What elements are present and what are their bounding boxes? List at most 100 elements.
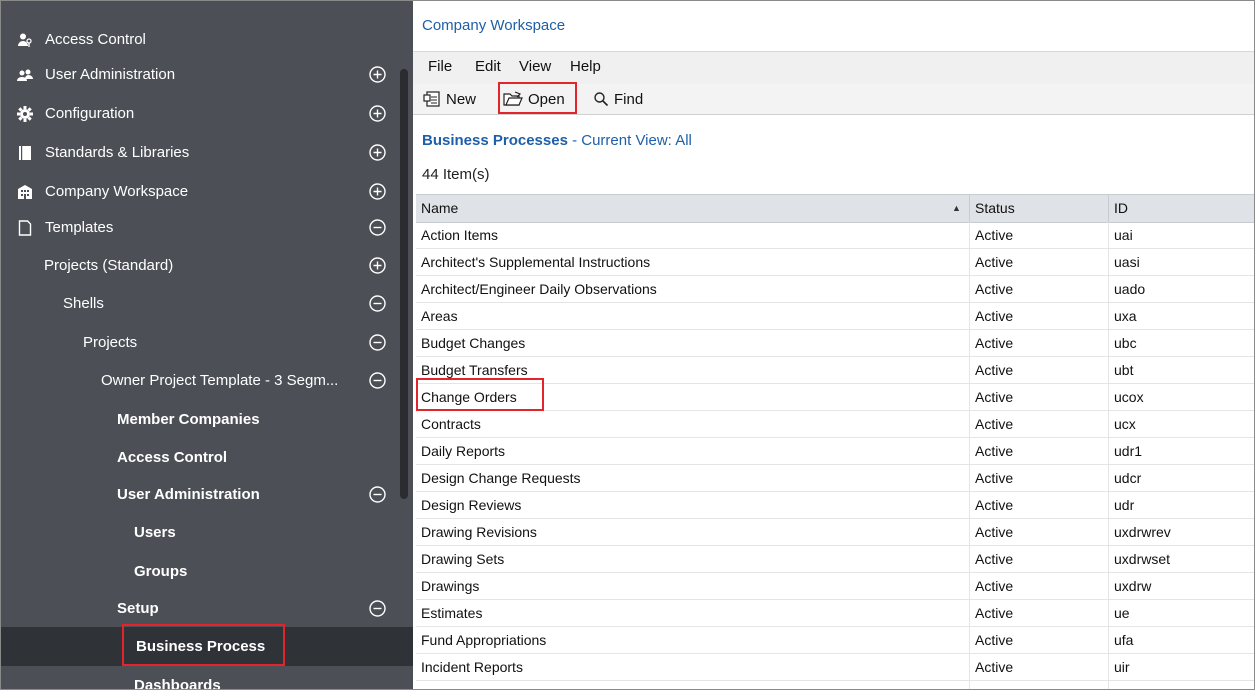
table-row[interactable]: Design Change Requests Active udcr xyxy=(416,465,1254,492)
cell-id: uai xyxy=(1114,227,1133,243)
menu-help[interactable]: Help xyxy=(570,58,601,75)
cell-id: udr1 xyxy=(1114,443,1143,459)
cell-id: ue xyxy=(1114,605,1130,621)
cell-status: Active xyxy=(970,546,1109,572)
find-button-label: Find xyxy=(614,90,644,108)
column-header-status[interactable]: Status xyxy=(970,195,1109,222)
collapse-icon[interactable] xyxy=(369,334,386,351)
menu-view[interactable]: View xyxy=(519,58,551,75)
table-row[interactable]: Architect's Supplemental Instructions Act… xyxy=(416,249,1254,276)
table-row[interactable]: Drawing Sets Active uxdrwset xyxy=(416,546,1254,573)
section-title[interactable]: Business Processes xyxy=(422,132,568,149)
section-header: Business Processes - Current View: All xyxy=(422,132,692,149)
sidebar-item-shells[interactable]: Shells xyxy=(1,284,413,323)
users-icon xyxy=(17,67,33,83)
find-button[interactable]: Find xyxy=(593,88,643,110)
table-row[interactable]: Budget Changes Active ubc xyxy=(416,330,1254,357)
cell-status: Active xyxy=(970,600,1109,626)
sidebar-item-label: Access Control xyxy=(45,31,146,48)
expand-icon[interactable] xyxy=(369,105,386,122)
sidebar-item-business-process[interactable]: Business Process xyxy=(1,627,413,666)
menu-edit[interactable]: Edit xyxy=(475,58,501,75)
table-row[interactable]: Daily Reports Active udr1 xyxy=(416,438,1254,465)
table-row[interactable]: Action Items Active uai xyxy=(416,222,1254,249)
sidebar-item-configuration[interactable]: Configuration xyxy=(1,94,413,133)
expand-icon[interactable] xyxy=(369,144,386,161)
sidebar-item-user-administration-sub[interactable]: User Administration xyxy=(1,475,413,514)
cell-status: Active xyxy=(970,303,1109,329)
table-row[interactable]: Contracts Active ucx xyxy=(416,411,1254,438)
cell-name: Drawing Revisions xyxy=(416,519,970,545)
main-panel: Company Workspace File Edit View Help Ne… xyxy=(413,1,1254,689)
expand-icon[interactable] xyxy=(369,66,386,83)
table-row[interactable]: Estimates Active ue xyxy=(416,600,1254,627)
sidebar-item-user-administration[interactable]: User Administration xyxy=(1,55,413,94)
sidebar-item-label: Member Companies xyxy=(117,411,260,428)
new-button[interactable]: New xyxy=(423,88,476,110)
cell-id: uxa xyxy=(1114,308,1137,324)
column-header-name-label: Name xyxy=(421,200,459,216)
sidebar-item-label: Users xyxy=(134,524,176,541)
cell-name: Architect/Engineer Daily Observations xyxy=(416,276,970,302)
cell-id: ucx xyxy=(1114,416,1136,432)
sidebar-item-groups[interactable]: Groups xyxy=(1,552,413,591)
cell-id: ufa xyxy=(1114,632,1134,648)
sidebar-item-member-companies[interactable]: Member Companies xyxy=(1,400,413,439)
new-button-label: New xyxy=(446,90,477,108)
expand-icon[interactable] xyxy=(369,257,386,274)
cell-id: uxdrw xyxy=(1114,578,1152,594)
cell-id: uasi xyxy=(1114,254,1140,270)
table-row[interactable]: Areas Active uxa xyxy=(416,303,1254,330)
sidebar-item-setup[interactable]: Setup xyxy=(1,589,413,628)
cell-status: Active xyxy=(970,519,1109,545)
collapse-icon[interactable] xyxy=(369,219,386,236)
sidebar-item-label: Dashboards xyxy=(134,677,221,690)
collapse-icon[interactable] xyxy=(369,295,386,312)
cell-name: Action Items xyxy=(416,222,970,248)
folder-open-icon xyxy=(503,91,523,106)
sidebar-item-company-workspace[interactable]: Company Workspace xyxy=(1,172,413,211)
column-header-name[interactable]: Name ▲ xyxy=(416,195,970,222)
sidebar-item-access-control-sub[interactable]: Access Control xyxy=(1,438,413,477)
sidebar-item-owner-project-template[interactable]: Owner Project Template - 3 Segm... xyxy=(1,361,413,400)
sidebar-item-label: Setup xyxy=(117,600,159,617)
expand-icon[interactable] xyxy=(369,183,386,200)
cell-name: Change Orders xyxy=(416,384,970,410)
table-row[interactable]: Drawing Revisions Active uxdrwrev xyxy=(416,519,1254,546)
current-view-value[interactable]: All xyxy=(675,132,692,149)
cell-name: Design Change Requests xyxy=(416,465,970,491)
sidebar-item-templates[interactable]: Templates xyxy=(1,208,413,247)
table-row[interactable]: Incident Reports Active uir xyxy=(416,654,1254,681)
table-row[interactable]: Budget Transfers Active ubt xyxy=(416,357,1254,384)
sidebar-scrollbar[interactable] xyxy=(400,69,408,499)
cell-status: Active xyxy=(970,249,1109,275)
collapse-icon[interactable] xyxy=(369,372,386,389)
sidebar-item-projects[interactable]: Projects xyxy=(1,323,413,362)
table-row[interactable]: Fund Appropriations Active ufa xyxy=(416,627,1254,654)
cell-id: uxdrwrev xyxy=(1114,524,1171,540)
sidebar-item-dashboards[interactable]: Dashboards xyxy=(1,666,413,690)
table-row[interactable]: Design Reviews Active udr xyxy=(416,492,1254,519)
sidebar-item-standards-libraries[interactable]: Standards & Libraries xyxy=(1,133,413,172)
cell-name: Incident Reports xyxy=(416,654,970,680)
table-row[interactable]: Drawings Active uxdrw xyxy=(416,573,1254,600)
sidebar-item-users[interactable]: Users xyxy=(1,513,413,552)
cell-name: Architect's Supplemental Instructions xyxy=(416,249,970,275)
sidebar-item-label: Business Process xyxy=(136,638,266,655)
sidebar-item-label: Owner Project Template - 3 Segm... xyxy=(101,372,339,389)
collapse-icon[interactable] xyxy=(369,486,386,503)
cell-id: uado xyxy=(1114,281,1146,297)
sidebar-item-projects-standard[interactable]: Projects (Standard) xyxy=(1,246,413,285)
cell-status: Active xyxy=(970,438,1109,464)
sidebar-item-label: User Administration xyxy=(117,486,260,503)
menu-file[interactable]: File xyxy=(428,58,452,75)
table-row-change-orders[interactable]: Change Orders Active ucox xyxy=(416,378,1254,411)
collapse-icon[interactable] xyxy=(369,600,386,617)
table-row[interactable] xyxy=(416,681,1254,689)
table-row[interactable]: Architect/Engineer Daily Observations Act… xyxy=(416,276,1254,303)
cell-id: uxdrwset xyxy=(1114,551,1171,567)
column-header-id[interactable]: ID xyxy=(1109,195,1254,222)
sidebar-item-access-control[interactable]: Access Control xyxy=(1,20,413,59)
sidebar-item-label: Access Control xyxy=(117,449,228,466)
open-button[interactable]: Open xyxy=(503,88,565,110)
